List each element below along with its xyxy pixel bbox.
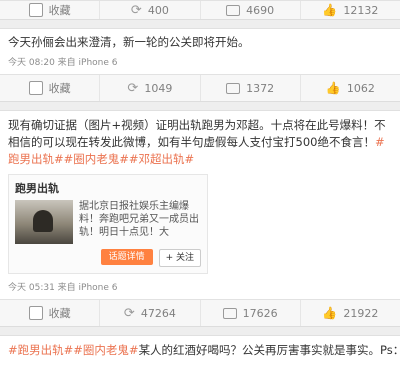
comment-count: 4690	[246, 3, 275, 17]
post-card: 现有确切证据（图片+视频）证明出轨跑男为邓超。十点将在此号爆料！不相信的可以现在…	[0, 110, 400, 299]
thumbs-up-icon: 👍	[322, 3, 338, 17]
hashtag-link[interactable]: #邓超出轨#	[129, 152, 194, 166]
repost-icon: ⟳	[123, 305, 135, 321]
like-button[interactable]: 👍 1062	[299, 75, 400, 101]
favorite-icon	[28, 3, 43, 17]
favorite-button[interactable]: 收藏	[0, 300, 99, 326]
topic-detail-button[interactable]: 话题详情	[100, 249, 153, 265]
like-count: 1062	[346, 81, 375, 95]
post-card: 今天孙俪会出来澄清，新一轮的公关即将开始。 今天 08:20 来自 iPhone…	[0, 28, 400, 74]
like-button[interactable]: 👍 12132	[299, 1, 400, 19]
repost-button[interactable]: ⟳ 1049	[99, 75, 199, 101]
comment-button[interactable]: 4690	[199, 1, 300, 19]
topic-card-title: 跑男出轨	[15, 182, 59, 195]
comment-button[interactable]: 1372	[199, 75, 300, 101]
post-text-body: 某人的红酒好喝吗？公关再厉害事实就是事实。Ps：好像冒出很多	[138, 343, 400, 357]
post0-action-bar: 收藏 ⟳ 400 4690 👍 12132	[0, 0, 400, 20]
comment-icon	[226, 82, 241, 94]
repost-icon: ⟳	[127, 80, 139, 96]
favorite-label: 收藏	[48, 4, 71, 17]
follow-button[interactable]: + 关注	[158, 249, 201, 267]
post-text-body: 现有确切证据（图片+视频）证明出轨跑男为邓超。十点将在此号爆料！不相信的可以现在…	[8, 118, 386, 149]
like-button[interactable]: 👍 21922	[299, 300, 400, 326]
post-text: #跑男出轨##圈内老鬼#某人的红酒好喝吗？公关再厉害事实就是事实。Ps：好像冒出…	[0, 335, 400, 365]
like-count: 21922	[343, 306, 379, 320]
post-meta: 今天 05:31 来自 iPhone 6	[8, 283, 118, 293]
post-text: 现有确切证据（图片+视频）证明出轨跑男为邓超。十点将在此号爆料！不相信的可以现在…	[8, 117, 392, 168]
repost-button[interactable]: ⟳ 400	[99, 1, 199, 19]
favorite-label: 收藏	[48, 307, 71, 320]
hashtag-link[interactable]: #跑男出轨#	[8, 343, 73, 357]
favorite-label: 收藏	[48, 82, 71, 95]
repost-icon: ⟳	[130, 2, 142, 18]
comment-icon	[222, 307, 237, 319]
comment-icon	[226, 4, 241, 16]
repost-count: 400	[147, 3, 169, 17]
post2-action-bar: 收藏 ⟳ 47264 17626 👍 21922	[0, 299, 400, 327]
post-text: 今天孙俪会出来澄清，新一轮的公关即将开始。	[8, 35, 250, 49]
weibo-feed: 收藏 ⟳ 400 4690 👍 12132 今天孙俪会出来澄清，新一轮的公关即将…	[0, 0, 400, 365]
post1-action-bar: 收藏 ⟳ 1049 1372 👍 1062	[0, 74, 400, 102]
like-count: 12132	[343, 3, 379, 17]
repost-count: 47264	[140, 306, 176, 320]
hashtag-link[interactable]: #圈内老鬼#	[73, 343, 138, 357]
hashtag-link[interactable]: #圈内老鬼#	[64, 152, 129, 166]
repost-count: 1049	[144, 81, 173, 95]
favorite-icon	[28, 81, 43, 95]
repost-button[interactable]: ⟳ 47264	[99, 300, 199, 326]
comment-count: 1372	[246, 81, 275, 95]
favorite-button[interactable]: 收藏	[0, 1, 99, 19]
post-meta: 今天 08:20 来自 iPhone 6	[8, 58, 118, 68]
favorite-icon	[28, 306, 43, 320]
topic-card[interactable]: 跑男出轨 据北京日报社娱乐主编爆料！奔跑吧兄弟又一成员出轨！明日十点见！大 话题…	[8, 174, 208, 274]
topic-thumbnail	[15, 200, 73, 244]
favorite-button[interactable]: 收藏	[0, 75, 99, 101]
comment-count: 17626	[242, 306, 278, 320]
thumbs-up-icon: 👍	[325, 81, 341, 95]
topic-card-desc: 据北京日报社娱乐主编爆料！奔跑吧兄弟又一成员出轨！明日十点见！大	[79, 201, 199, 238]
comment-button[interactable]: 17626	[199, 300, 300, 326]
thumbs-up-icon: 👍	[322, 306, 338, 320]
